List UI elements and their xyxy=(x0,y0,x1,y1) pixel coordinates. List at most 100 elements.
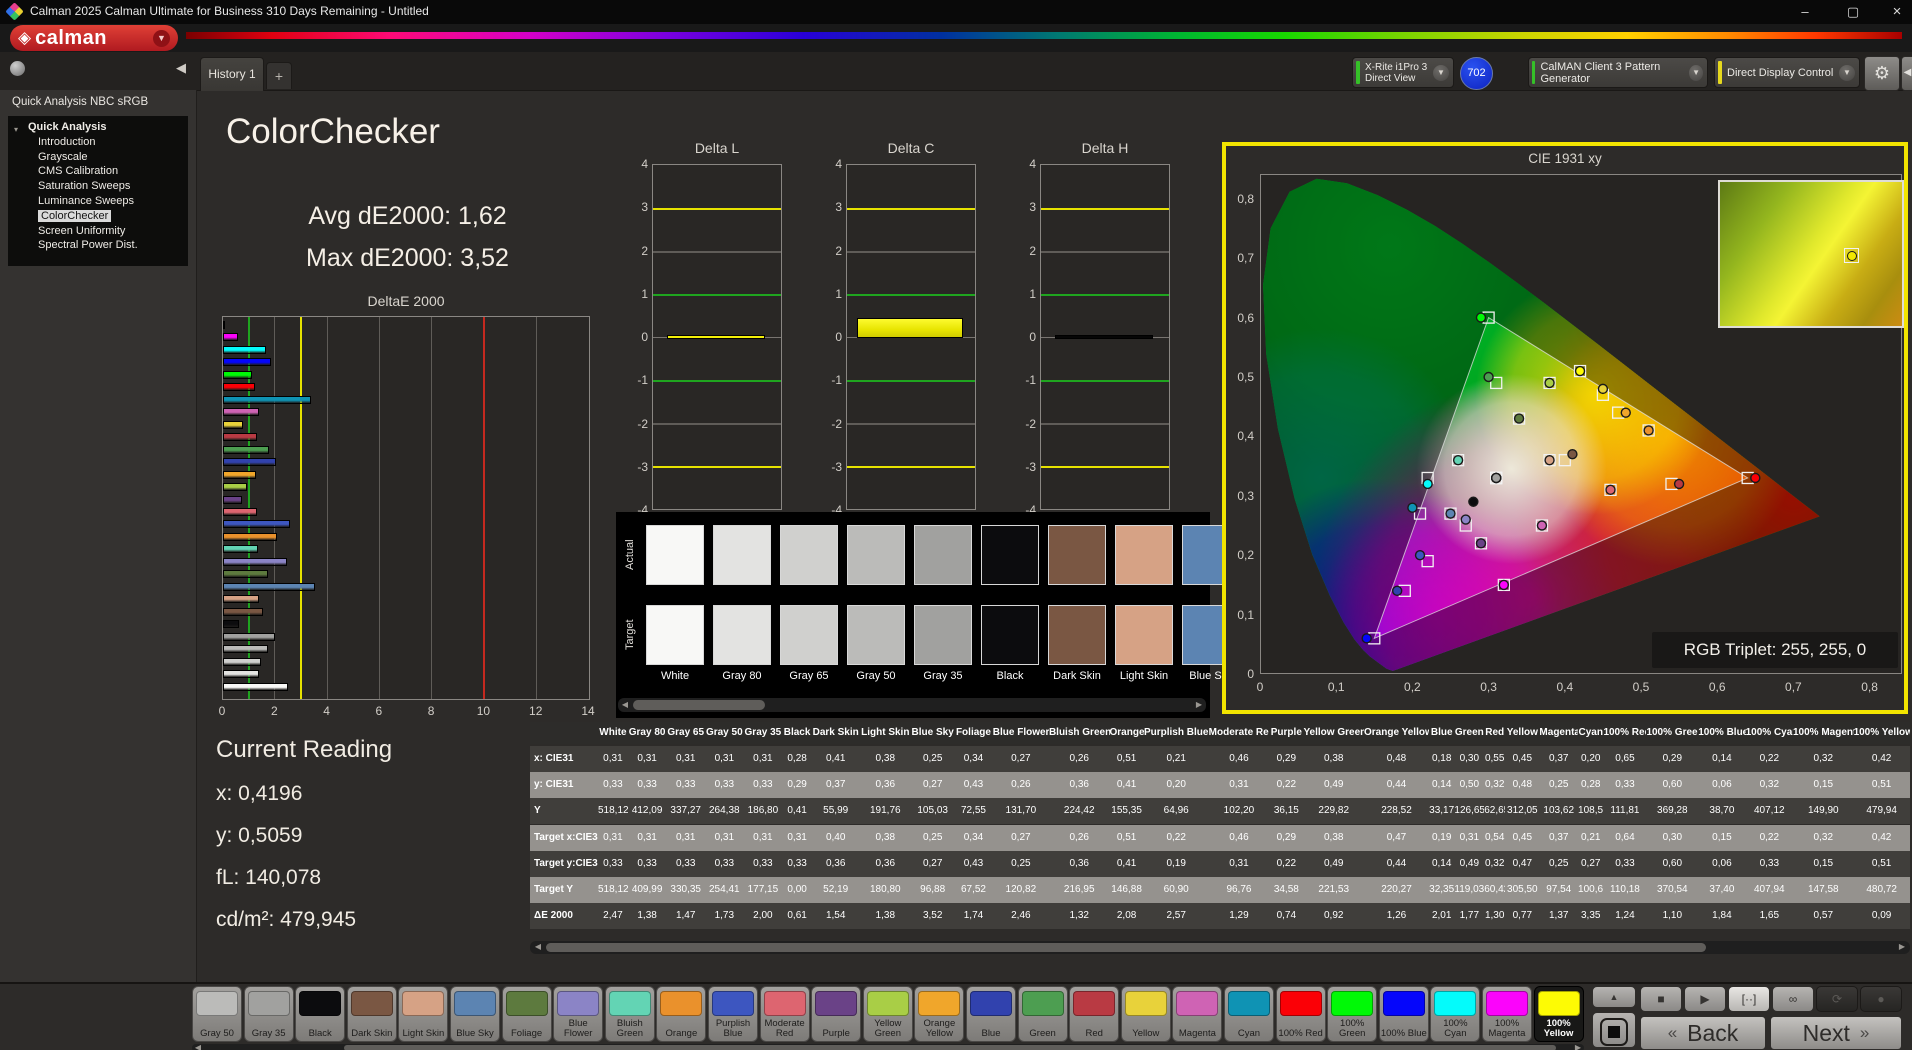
cell-ty-4: 0,33 xyxy=(744,851,783,877)
palette-patch-yellow[interactable]: Yellow xyxy=(1121,986,1171,1042)
scroll-right-icon[interactable]: ▶ xyxy=(1193,699,1205,711)
sidebar-item-screen-uniformity[interactable]: Screen Uniformity xyxy=(8,224,188,239)
sidebar-options-button[interactable] xyxy=(10,61,25,76)
palette-patch-orange-yellow[interactable]: Orange Yellow xyxy=(914,986,964,1042)
sidebar-item-colorchecker[interactable]: ColorChecker xyxy=(8,209,188,224)
y-tick-label: 0 xyxy=(1012,330,1036,344)
refresh-button[interactable]: ⟳ xyxy=(1816,986,1858,1012)
meter-select[interactable]: X-Rite i1Pro 3 Direct View ▼ xyxy=(1352,57,1454,88)
cell-x-23: 0,20 xyxy=(1578,746,1603,772)
table-scrollbar[interactable]: ◀ ▶ xyxy=(530,941,1910,954)
continuous-measure-button[interactable]: ∞ xyxy=(1772,986,1814,1012)
sidebar-item-spectral-power-dist-[interactable]: Spectral Power Dist. xyxy=(8,238,188,253)
palette-patch-black[interactable]: Black xyxy=(295,986,345,1042)
palette-scrollbar[interactable]: ◀ ▶ xyxy=(192,1044,1584,1050)
minimize-button[interactable]: – xyxy=(1790,2,1820,22)
de-bar-bluish-green xyxy=(223,545,258,553)
scroll-left-icon[interactable]: ◀ xyxy=(619,699,631,711)
palette-patch-100-blue[interactable]: 100% Blue xyxy=(1379,986,1429,1042)
meter-count-badge[interactable]: 702 xyxy=(1460,57,1493,90)
pattern-window-icon xyxy=(1608,1026,1620,1038)
scroll-up-button[interactable]: ▲ xyxy=(1592,986,1636,1008)
cell-tx-2: 0,31 xyxy=(666,825,705,851)
palette-patch-100-magenta[interactable]: 100% Magenta xyxy=(1482,986,1532,1042)
play-button[interactable]: ▶ xyxy=(1684,986,1726,1012)
display-control-name: Direct Display Control xyxy=(1727,67,1833,79)
pattern-window-button[interactable]: [··] xyxy=(1728,986,1770,1012)
cell-Y-10: 131,70 xyxy=(993,798,1049,824)
tab-history-1[interactable]: History 1 xyxy=(200,57,264,91)
cell-y-26: 0,06 xyxy=(1698,772,1745,798)
chevron-down-icon[interactable]: ▼ xyxy=(1839,65,1855,81)
sidebar-item-saturation-sweeps[interactable]: Saturation Sweeps xyxy=(8,179,188,194)
palette-patch-blue-flower[interactable]: Blue Flower xyxy=(553,986,603,1042)
palette-patch-red[interactable]: Red xyxy=(1069,986,1119,1042)
y-tick-label: 2 xyxy=(1012,244,1036,258)
palette-patch-100-green[interactable]: 100% Green xyxy=(1327,986,1377,1042)
palette-patch-orange[interactable]: Orange xyxy=(656,986,706,1042)
swatch-scrollbar[interactable]: ◀▶ xyxy=(618,698,1206,712)
close-button[interactable]: × xyxy=(1882,2,1912,22)
palette-patch-yellow-green[interactable]: Yellow Green xyxy=(863,986,913,1042)
table-scrollbar-thumb[interactable] xyxy=(546,943,1706,952)
cell-ty-3: 0,33 xyxy=(705,851,744,877)
cell-x-10: 0,27 xyxy=(993,746,1049,772)
palette-patch-magenta[interactable]: Magenta xyxy=(1172,986,1222,1042)
palette-patch-foliage[interactable]: Foliage xyxy=(502,986,552,1042)
sidebar-item-luminance-sweeps[interactable]: Luminance Sweeps xyxy=(8,194,188,209)
sidebar-item-cms-calibration[interactable]: CMS Calibration xyxy=(8,164,188,179)
tree-root-quick-analysis[interactable]: ▾Quick Analysis xyxy=(8,120,188,135)
back-button[interactable]: « Back xyxy=(1640,1016,1766,1050)
palette-patch-purplish-blue[interactable]: Purplish Blue xyxy=(708,986,758,1042)
column-header-26: 100% Blue xyxy=(1698,722,1745,744)
cell-ty-1: 0,33 xyxy=(628,851,667,877)
maximize-button[interactable]: ▢ xyxy=(1838,2,1868,22)
cie-x-tick-label: 0,2 xyxy=(1397,680,1427,694)
palette-patch-purple[interactable]: Purple xyxy=(811,986,861,1042)
palette-patch-cyan[interactable]: Cyan xyxy=(1224,986,1274,1042)
cell-dE-20: 1,30 xyxy=(1484,903,1505,929)
palette-patch-blue-sky[interactable]: Blue Sky xyxy=(450,986,500,1042)
x-tick-label: 12 xyxy=(524,704,548,718)
sidebar-item-grayscale[interactable]: Grayscale xyxy=(8,150,188,165)
next-button[interactable]: Next » xyxy=(1770,1016,1902,1050)
swatch-scrollbar-thumb[interactable] xyxy=(633,700,765,710)
palette-patch-100-red[interactable]: 100% Red xyxy=(1276,986,1326,1042)
palette-patch-gray-35[interactable]: Gray 35 xyxy=(244,986,294,1042)
pattern-generator-select[interactable]: CalMAN Client 3 Pattern Generator ▼ xyxy=(1528,57,1708,88)
display-control-select[interactable]: Direct Display Control ▼ xyxy=(1714,57,1860,88)
tab-add-button[interactable]: + xyxy=(266,62,292,89)
palette-patch-green[interactable]: Green xyxy=(1018,986,1068,1042)
palette-patch-blue[interactable]: Blue xyxy=(966,986,1016,1042)
palette-patch-dark-skin[interactable]: Dark Skin xyxy=(347,986,397,1042)
palette-patch-moderate-red[interactable]: Moderate Red xyxy=(760,986,810,1042)
swatch-label: Black xyxy=(977,670,1043,682)
record-button[interactable]: ● xyxy=(1860,986,1902,1012)
gear-icon[interactable]: ⚙ xyxy=(1864,56,1900,91)
sidebar-collapse-icon[interactable]: ◀ xyxy=(176,60,186,76)
cie-x-tick-label: 0,7 xyxy=(1778,680,1808,694)
palette-scrollbar-thumb[interactable] xyxy=(344,1045,1556,1050)
cell-tY-15: 34,58 xyxy=(1269,877,1303,903)
cie-x-tick-label: 0,4 xyxy=(1550,680,1580,694)
gridline xyxy=(1041,466,1169,468)
palette-patch-light-skin[interactable]: Light Skin xyxy=(398,986,448,1042)
stop-button[interactable]: ■ xyxy=(1640,986,1682,1012)
cell-ty-11: 0,36 xyxy=(1049,851,1110,877)
palette-patch-100-cyan[interactable]: 100% Cyan xyxy=(1430,986,1480,1042)
palette-patch-bluish-green[interactable]: Bluish Green xyxy=(605,986,655,1042)
display-control-status-indicator xyxy=(1718,61,1722,84)
palette-patch-gray-50[interactable]: Gray 50 xyxy=(192,986,242,1042)
cell-ty-16: 0,49 xyxy=(1303,851,1364,877)
calman-dropdown-icon[interactable]: ▼ xyxy=(153,30,170,47)
chevron-down-icon[interactable]: ▼ xyxy=(1433,65,1449,81)
pattern-window-button[interactable] xyxy=(1592,1012,1636,1048)
gridline xyxy=(274,317,275,699)
chevron-down-icon[interactable]: ▼ xyxy=(1689,65,1703,81)
de-bar-purplish-blue xyxy=(223,520,290,528)
calman-menu-button[interactable]: ◈ calman ▼ xyxy=(10,25,178,51)
collapse-right-button[interactable]: ◀ xyxy=(1901,56,1912,91)
sidebar-item-introduction[interactable]: Introduction xyxy=(8,135,188,150)
sidebar: Quick Analysis NBC sRGB ▾Quick AnalysisI… xyxy=(0,90,197,982)
palette-patch-100-yellow[interactable]: 100% Yellow xyxy=(1534,986,1584,1042)
